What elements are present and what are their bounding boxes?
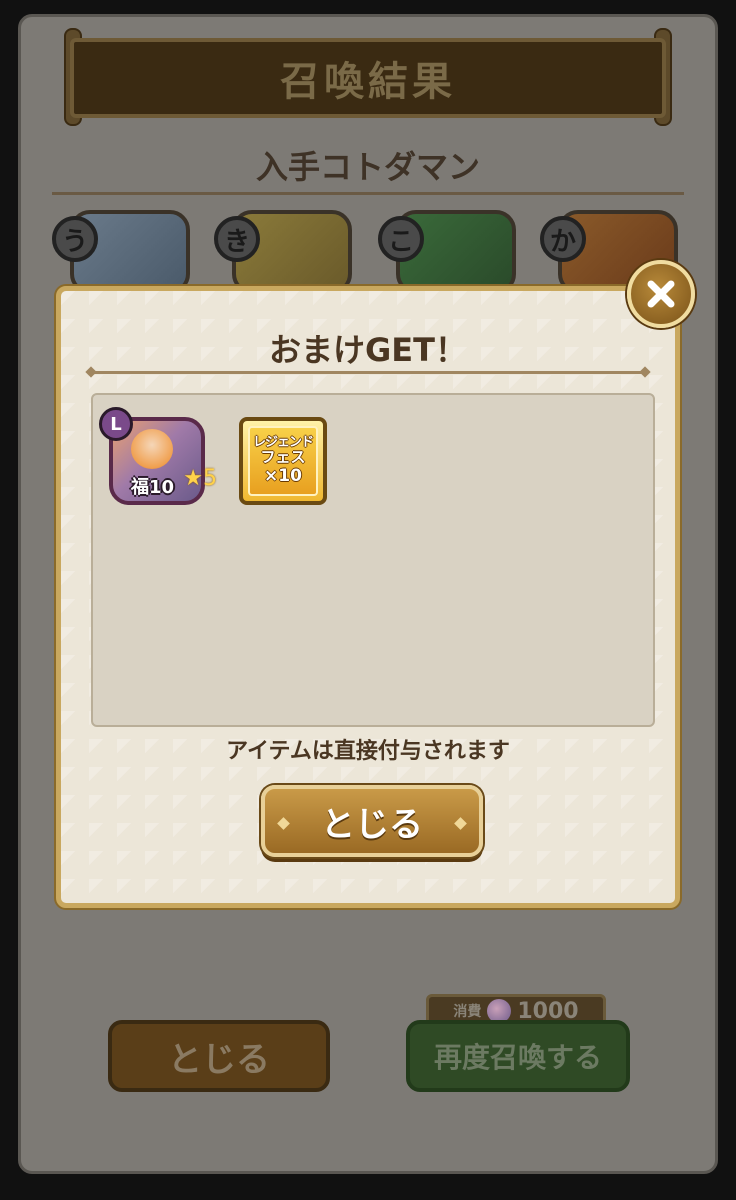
bonus-character-item[interactable]: L 福10 ★5 bbox=[99, 407, 217, 505]
bonus-items-box: L 福10 ★5 レジェンド フェス ×10 bbox=[91, 393, 655, 727]
item-delivery-note: アイテムは直接付与されます bbox=[226, 739, 510, 764]
obtained-characters-row: う き こ か bbox=[0, 206, 736, 296]
character-badge-1: う bbox=[52, 216, 98, 262]
diamond-ornament-left bbox=[277, 817, 290, 830]
modal-divider bbox=[91, 371, 645, 374]
ticket-name-line2: フェス bbox=[260, 448, 306, 467]
character-badge-4: か bbox=[540, 216, 586, 262]
legend-fest-ticket-item[interactable]: レジェンド フェス ×10 bbox=[239, 417, 327, 505]
ticket-face: レジェンド フェス ×10 bbox=[248, 426, 318, 496]
character-portrait bbox=[131, 429, 173, 469]
close-icon bbox=[647, 280, 675, 308]
close-x-button[interactable] bbox=[627, 260, 695, 328]
diamond-ornament-right bbox=[454, 817, 467, 830]
heading-divider bbox=[52, 192, 684, 195]
character-badge-2: き bbox=[214, 216, 260, 262]
obtained-kotodaman-heading: 入手コトダマン bbox=[255, 148, 480, 186]
title-banner: 召喚結果 bbox=[70, 38, 666, 118]
character-badge-3: こ bbox=[378, 216, 424, 262]
modal-title: おまけGET！ bbox=[269, 331, 467, 369]
page-title: 召喚結果 bbox=[280, 59, 456, 105]
character-item-label: 福10 bbox=[131, 477, 175, 498]
star-icon: ★5 bbox=[183, 466, 217, 491]
resummon-button[interactable]: 再度召喚する bbox=[406, 1020, 630, 1092]
modal-close-label: とじる bbox=[321, 804, 423, 845]
rarity-badge: L bbox=[99, 407, 133, 441]
modal-close-button[interactable]: とじる bbox=[261, 785, 483, 857]
bonus-modal: おまけGET！ L 福10 ★5 レジェンド フェス ×10 アイテムは直接付与… bbox=[56, 286, 680, 908]
cost-label: 消費 bbox=[453, 1004, 482, 1020]
close-button-background[interactable]: とじる bbox=[108, 1020, 330, 1092]
ticket-count: ×10 bbox=[264, 465, 302, 486]
